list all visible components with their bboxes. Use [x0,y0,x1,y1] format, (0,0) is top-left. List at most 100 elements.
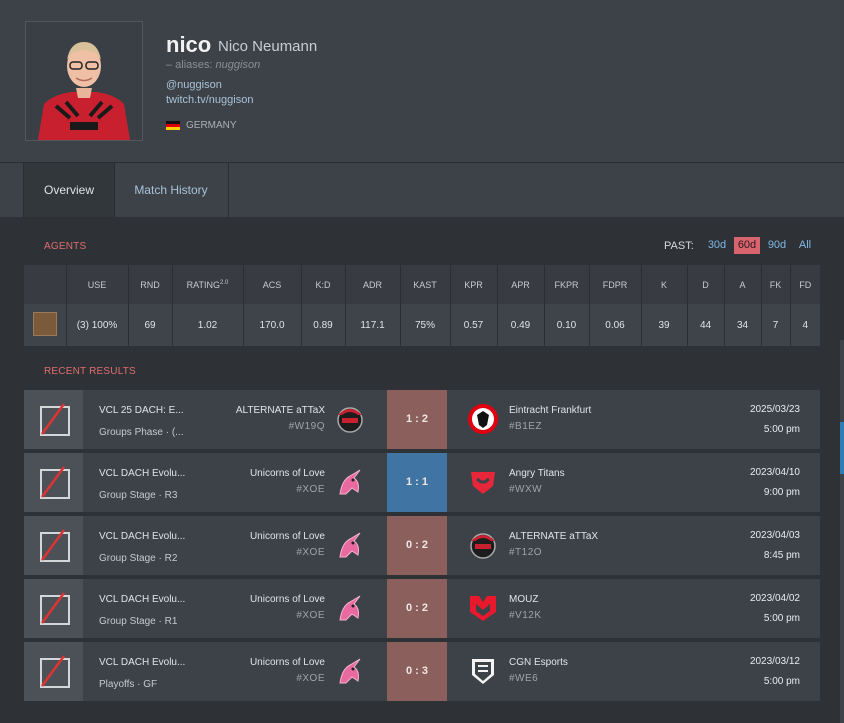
col-header-use[interactable]: USE [65,265,128,304]
cgn-logo-icon [472,659,494,684]
mouz-logo-icon [470,596,496,621]
filter-60d[interactable]: 60d [734,237,760,254]
past-label: PAST: [664,240,694,252]
match-score: 0 : 2 [387,516,447,575]
agent-row: (3) 100% 69 1.02 170.0 0.89 117.1 75% 0.… [24,304,820,346]
scrollbar-thumb[interactable] [840,422,844,474]
filter-90d[interactable]: 90d [764,237,790,254]
team1-tag: #XOE [296,673,325,684]
twitter-link[interactable]: @nuggison [166,79,222,91]
result-row[interactable]: VCL DACH Evolu... Playoffs · GF Unicorns… [24,642,820,701]
recent-results-title: RECENT RESULTS [44,366,136,377]
team2-tag: #T12O [509,547,543,558]
twitch-link[interactable]: twitch.tv/nuggison [166,94,253,106]
team1-tag: #W19Q [288,421,325,432]
agents-header-row: USE RND RATING2.0 ACS K:D ADR KAST KPR A… [24,265,820,304]
filter-30d[interactable]: 30d [704,237,730,254]
player-aliases: – aliases: nuggison [166,59,260,71]
cell-kpr: 0.57 [449,304,497,346]
team2-tag: #V12K [509,610,542,621]
aliases-value: nuggison [215,59,261,71]
team2-tag: #WXW [509,484,543,495]
player-real-name: Nico Neumann [218,38,318,55]
game-icon [24,579,83,638]
germany-flag-icon [166,121,180,130]
agent-cell [24,304,66,346]
result-row[interactable]: VCL 25 DACH: E... Groups Phase · (... AL… [24,390,820,449]
col-header-rating[interactable]: RATING2.0 [171,265,243,304]
result-event: VCL DACH Evolu... [99,468,186,479]
col-header-fd[interactable]: FD [789,265,820,304]
col-header-fkpr[interactable]: FKPR [543,265,589,304]
alternate-logo-icon [470,533,496,559]
team2-name: Eintracht Frankfurt [509,405,592,416]
alternate-logo-icon [337,407,363,433]
result-phase: Group Stage · R2 [99,553,178,564]
tab-match-history[interactable]: Match History [114,163,229,217]
rating-label: RATING [186,279,220,290]
match-score: 1 : 1 [387,453,447,512]
col-header-fk[interactable]: FK [760,265,790,304]
col-header-apr[interactable]: APR [496,265,544,304]
unicorns-logo-icon [339,532,361,558]
unicorns-logo-icon [339,595,361,621]
game-icon [24,516,83,575]
player-header: nico Nico Neumann – aliases: nuggison @n… [0,0,844,162]
team1-tag: #XOE [296,547,325,558]
col-header-d[interactable]: D [686,265,724,304]
team1-name: Unicorns of Love [249,657,325,668]
cell-fd: 4 [789,304,820,346]
cell-fkpr: 0.10 [543,304,589,346]
cell-kd: 0.89 [300,304,345,346]
result-phase: Groups Phase · (... [99,427,184,438]
match-time: 9:00 pm [763,487,800,498]
match-time: 5:00 pm [763,613,800,624]
game-icon [24,390,83,449]
rating-version: 2.0 [220,279,229,286]
cell-fk: 7 [760,304,790,346]
col-header-k[interactable]: K [640,265,687,304]
cell-a: 34 [723,304,761,346]
team1-tag: #XOE [296,610,325,621]
col-header-fdpr[interactable]: FDPR [588,265,641,304]
eintracht-logo-icon [468,404,498,434]
filter-all[interactable]: All [794,237,816,254]
cell-fdpr: 0.06 [588,304,641,346]
result-phase: Playoffs · GF [99,679,158,690]
angry-titans-logo-icon [471,472,495,494]
result-phase: Group Stage · R3 [99,490,178,501]
match-date: 2023/04/10 [749,467,800,478]
col-header-rnd[interactable]: RND [127,265,172,304]
game-icon [24,453,83,512]
result-row[interactable]: VCL DACH Evolu... Group Stage · R1 Unico… [24,579,820,638]
result-row[interactable]: VCL DACH Evolu... Group Stage · R2 Unico… [24,516,820,575]
team1-name: Unicorns of Love [249,594,325,605]
player-country: GERMANY [186,120,237,131]
col-header-acs[interactable]: ACS [242,265,301,304]
col-header-kpr[interactable]: KPR [449,265,497,304]
cell-apr: 0.49 [496,304,544,346]
cell-acs: 170.0 [242,304,301,346]
result-event: VCL DACH Evolu... [99,531,186,542]
team2-tag: #B1EZ [509,421,543,432]
match-score: 1 : 2 [387,390,447,449]
match-score: 0 : 3 [387,642,447,701]
col-header-adr[interactable]: ADR [344,265,400,304]
agent-col-header [24,265,66,304]
cell-adr: 117.1 [344,304,400,346]
col-header-kast[interactable]: KAST [399,265,450,304]
unicorns-logo-icon [339,469,361,495]
team1-name: ALTERNATE aTTaX [235,405,325,416]
cell-d: 44 [686,304,724,346]
unicorns-logo-icon [339,658,361,684]
match-time: 5:00 pm [763,424,800,435]
match-time: 5:00 pm [763,676,800,687]
team2-name: Angry Titans [509,468,565,479]
col-header-a[interactable]: A [723,265,761,304]
player-handle: nico [166,32,212,57]
result-row[interactable]: VCL DACH Evolu... Group Stage · R3 Unico… [24,453,820,512]
tab-overview[interactable]: Overview [23,163,115,217]
col-header-kd[interactable]: K:D [300,265,345,304]
page-scrollbar[interactable] [840,340,844,723]
match-date: 2025/03/23 [749,404,800,415]
